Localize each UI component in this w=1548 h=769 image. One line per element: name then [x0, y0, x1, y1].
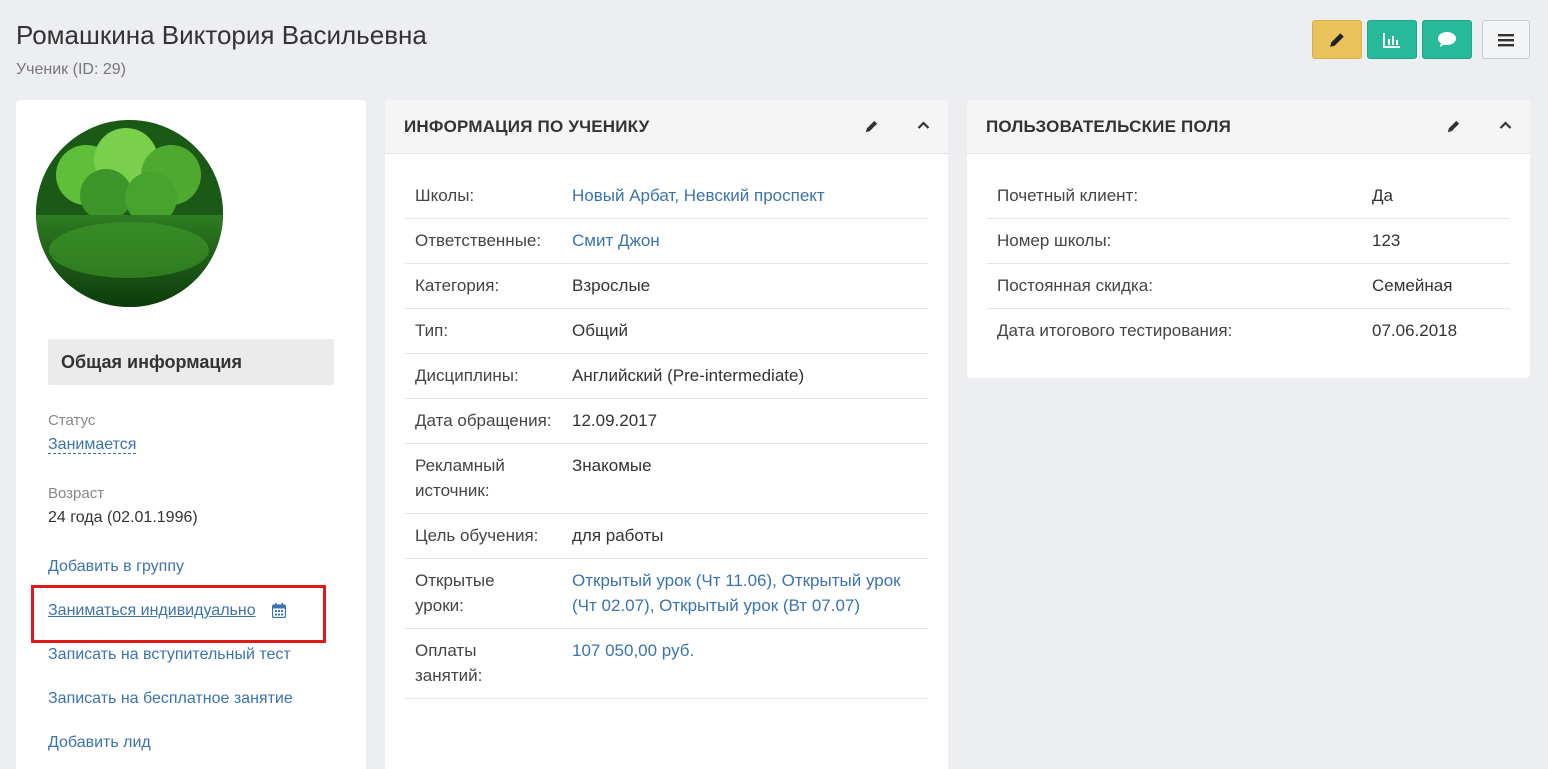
- free-lesson-link[interactable]: Записать на бесплатное занятие: [48, 690, 293, 708]
- custom-fields-panel: ПОЛЬЗОВАТЕЛЬСКИЕ ПОЛЯ Почетный клиент: Д…: [967, 100, 1530, 378]
- page-subtitle: Ученик (ID: 29): [16, 61, 126, 78]
- list-item: Дата обращения: 12.09.2017: [405, 399, 928, 444]
- row-value: Да: [1372, 186, 1393, 205]
- row-value: для работы: [572, 526, 664, 545]
- school-link[interactable]: Новый Арбат: [572, 186, 674, 205]
- chevron-up-icon[interactable]: [1499, 120, 1512, 130]
- row-label: Рекламный источник:: [415, 456, 505, 500]
- school-link[interactable]: Невский проспект: [684, 186, 825, 205]
- list-item: Открытые уроки: Открытый урок (Чт 11.06)…: [405, 559, 928, 629]
- list-item: Тип: Общий: [405, 309, 928, 354]
- list-item: Цель обучения: для работы: [405, 514, 928, 559]
- row-label: Дата обращения:: [415, 411, 552, 430]
- status-link[interactable]: Занимается: [48, 436, 137, 454]
- list-item: Школы: Новый Арбат, Невский проспект: [405, 174, 928, 219]
- student-info-list: Школы: Новый Арбат, Невский проспект Отв…: [405, 174, 928, 699]
- menu-button[interactable]: [1482, 20, 1530, 59]
- chevron-up-icon[interactable]: [917, 120, 930, 130]
- row-value: 123: [1372, 231, 1401, 250]
- row-label: Дисциплины:: [415, 366, 519, 385]
- list-item: Постоянная скидка: Семейная: [987, 264, 1510, 309]
- pencil-icon[interactable]: [1446, 119, 1461, 134]
- custom-fields-title: ПОЛЬЗОВАТЕЛЬСКИЕ ПОЛЯ: [986, 116, 1231, 136]
- pencil-icon[interactable]: [864, 119, 879, 134]
- list-item: Дата итогового тестирования: 07.06.2018: [987, 309, 1510, 353]
- list-item: Почетный клиент: Да: [987, 174, 1510, 219]
- row-label: Номер школы:: [997, 231, 1112, 250]
- page-title: Ромашкина Виктория Васильевна: [16, 20, 427, 50]
- study-individually-row: Заниматься индивидуально: [48, 602, 287, 620]
- list-item: Рекламный источник: Знакомые: [405, 444, 928, 514]
- hamburger-menu-icon: [1498, 33, 1514, 46]
- row-label: Дата итогового тестирования:: [997, 321, 1233, 340]
- row-label: Оплаты занятий:: [415, 641, 483, 685]
- student-info-panel: ИНФОРМАЦИЯ ПО УЧЕНИКУ Школы: Новый Арбат…: [385, 100, 948, 769]
- row-label: Тип:: [415, 321, 449, 340]
- study-individually-link[interactable]: Заниматься индивидуально: [48, 602, 256, 619]
- row-value: Общий: [572, 321, 628, 340]
- status-label: Статус: [48, 412, 96, 429]
- list-item: Ответственные: Смит Джон: [405, 219, 928, 264]
- row-label: Открытые уроки:: [415, 571, 495, 615]
- pencil-icon: [1330, 32, 1344, 47]
- chat-bubble-icon: [1438, 32, 1456, 47]
- row-value: Английский (Pre-intermediate): [572, 366, 805, 385]
- row-label: Цель обучения:: [415, 526, 539, 545]
- entrance-test-link[interactable]: Записать на вступительный тест: [48, 646, 291, 664]
- add-to-group-link[interactable]: Добавить в группу: [48, 558, 184, 576]
- open-lessons-links[interactable]: Открытый урок (Чт 11.06), Открытый урок …: [572, 568, 928, 618]
- general-info-heading: Общая информация: [48, 339, 334, 385]
- list-item: Номер школы: 123: [987, 219, 1510, 264]
- row-value: 12.09.2017: [572, 411, 658, 430]
- row-value: Знакомые: [572, 456, 652, 475]
- student-info-title: ИНФОРМАЦИЯ ПО УЧЕНИКУ: [404, 116, 650, 136]
- profile-card: Общая информация Статус Занимается Возра…: [16, 100, 366, 769]
- responsible-link[interactable]: Смит Джон: [572, 228, 928, 253]
- add-lead-link[interactable]: Добавить лид: [48, 734, 151, 752]
- list-item: Дисциплины: Английский (Pre-intermediate…: [405, 354, 928, 399]
- chat-button[interactable]: [1422, 20, 1472, 59]
- payments-link[interactable]: 107 050,00 руб.: [572, 638, 928, 688]
- schools-value: Новый Арбат, Невский проспект: [572, 186, 825, 205]
- status-value: Занимается: [48, 436, 137, 454]
- custom-fields-header: ПОЛЬЗОВАТЕЛЬСКИЕ ПОЛЯ: [967, 100, 1530, 154]
- custom-fields-list: Почетный клиент: Да Номер школы: 123 Пос…: [987, 174, 1510, 353]
- statistics-button[interactable]: [1367, 20, 1417, 59]
- list-item: Категория: Взрослые: [405, 264, 928, 309]
- row-label: Постоянная скидка:: [997, 276, 1153, 295]
- row-value: 07.06.2018: [1372, 321, 1458, 340]
- header-toolbar: [1307, 20, 1530, 59]
- student-info-header: ИНФОРМАЦИЯ ПО УЧЕНИКУ: [385, 100, 948, 154]
- row-label: Категория:: [415, 276, 500, 295]
- age-label: Возраст: [48, 485, 105, 502]
- row-label: Ответственные:: [415, 231, 542, 250]
- row-label: Школы:: [415, 186, 475, 205]
- calendar-icon[interactable]: [272, 603, 287, 619]
- bar-chart-icon: [1383, 32, 1400, 48]
- age-value: 24 года (02.01.1996): [48, 509, 198, 526]
- edit-button[interactable]: [1312, 20, 1362, 59]
- row-value: Семейная: [1372, 276, 1453, 295]
- row-label: Почетный клиент:: [997, 186, 1139, 205]
- avatar: [36, 120, 223, 307]
- row-value: Взрослые: [572, 276, 651, 295]
- list-item: Оплаты занятий: 107 050,00 руб.: [405, 629, 928, 699]
